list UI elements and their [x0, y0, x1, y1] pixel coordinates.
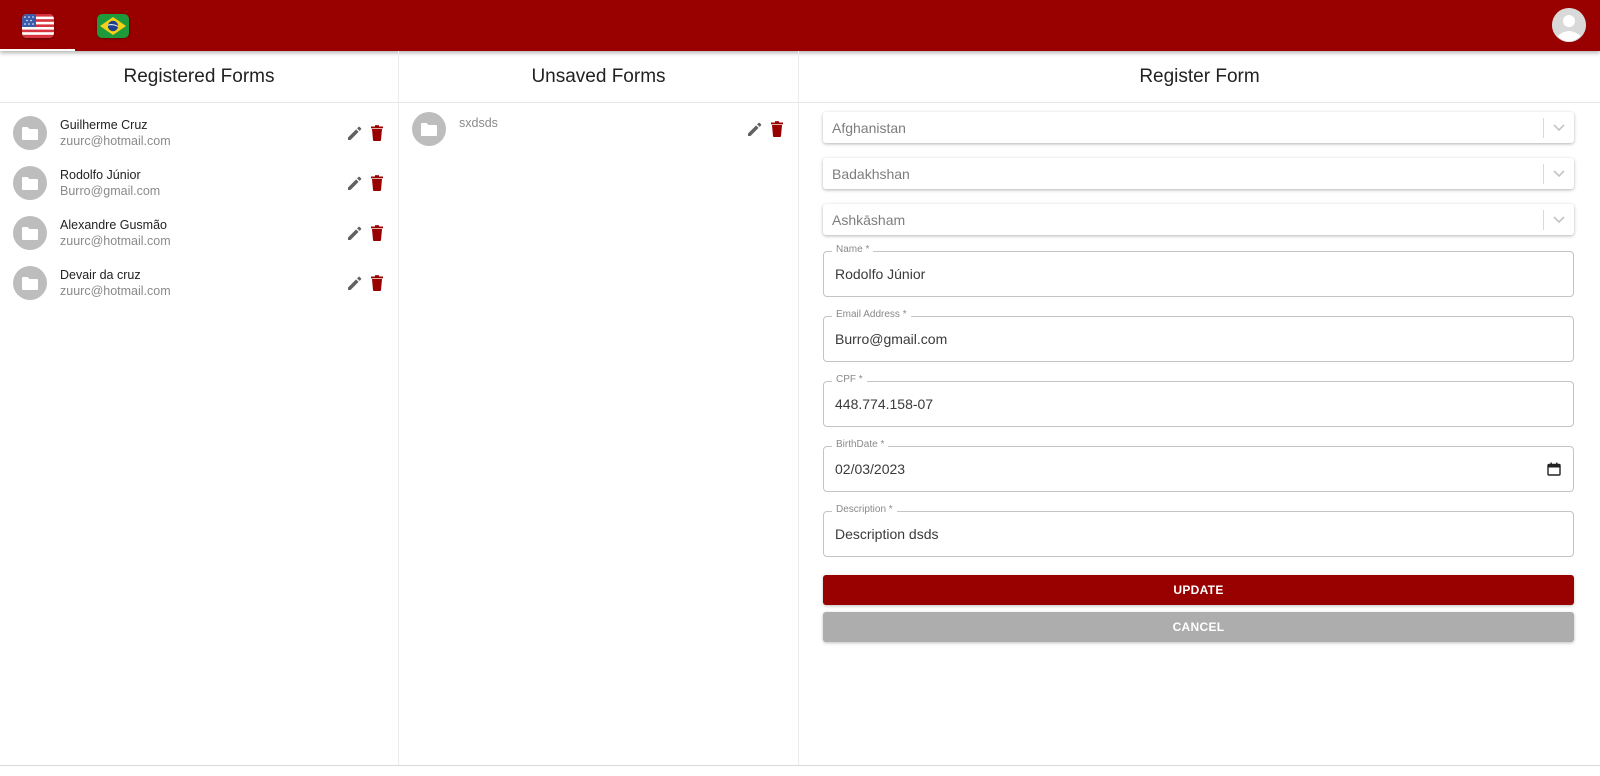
chevron-down-icon[interactable]	[1544, 158, 1574, 189]
state-select[interactable]: Badakhshan	[823, 158, 1574, 189]
cpf-label: CPF *	[832, 374, 867, 385]
list-item[interactable]: Rodolfo Júnior Burro@gmail.com	[0, 158, 398, 208]
folder-icon	[13, 166, 47, 200]
birthdate-label: BirthDate *	[832, 439, 889, 450]
item-name: Rodolfo Júnior	[60, 168, 141, 182]
city-value: Ashkāsham	[832, 211, 906, 228]
cancel-button[interactable]: CANCEL	[823, 612, 1574, 642]
registered-forms-list: Guilherme Cruz zuurc@hotmail.com Rodolfo J…	[0, 103, 398, 308]
item-email: zuurc@hotmail.com	[60, 234, 171, 248]
account-circle-icon[interactable]	[1552, 8, 1586, 42]
tab-english[interactable]	[0, 0, 75, 51]
edit-icon[interactable]	[345, 273, 365, 293]
delete-icon[interactable]	[367, 123, 387, 143]
cpf-field[interactable]: CPF * 448.774.158-07	[823, 374, 1574, 427]
tab-portuguese[interactable]	[75, 0, 150, 51]
registered-forms-title: Registered Forms	[0, 51, 398, 103]
delete-icon[interactable]	[367, 173, 387, 193]
delete-icon[interactable]	[367, 273, 387, 293]
list-item[interactable]: sxdsds	[399, 104, 798, 154]
item-name: Alexandre Gusmão	[60, 218, 168, 232]
email-label: Email Address *	[832, 309, 911, 320]
registered-forms-panel: Registered Forms Guilherme Cruz zuurc@hot…	[0, 51, 399, 766]
city-select[interactable]: Ashkāsham	[823, 204, 1574, 235]
item-name: sxdsds	[459, 116, 498, 130]
delete-icon[interactable]	[367, 223, 387, 243]
folder-icon	[13, 216, 47, 250]
list-item[interactable]: Alexandre Gusmão zuurc@hotmail.com	[0, 208, 398, 258]
chevron-down-icon[interactable]	[1544, 112, 1574, 143]
register-form-title: Register Form	[799, 51, 1600, 103]
description-field[interactable]: Description * Description dsds	[823, 504, 1574, 557]
item-email: zuurc@hotmail.com	[60, 134, 171, 148]
bottom-divider	[0, 765, 1600, 766]
unsaved-forms-panel: Unsaved Forms sxdsds	[399, 51, 799, 766]
item-name: Guilherme Cruz	[60, 118, 148, 132]
us-flag-icon	[21, 13, 54, 38]
register-form-panel: Register Form Afghanistan Badakhshan Ash…	[799, 51, 1600, 766]
edit-icon[interactable]	[345, 223, 365, 243]
description-label: Description *	[832, 504, 897, 515]
app-bar	[0, 0, 1600, 51]
edit-icon[interactable]	[745, 119, 765, 139]
name-field[interactable]: Name * Rodolfo Júnior	[823, 244, 1574, 297]
folder-icon	[13, 266, 47, 300]
email-field[interactable]: Email Address * Burro@gmail.com	[823, 309, 1574, 362]
birthdate-input[interactable]: 02/03/2023	[835, 461, 905, 477]
update-button[interactable]: UPDATE	[823, 575, 1574, 605]
folder-icon	[13, 116, 47, 150]
item-email: zuurc@hotmail.com	[60, 284, 171, 298]
delete-icon[interactable]	[767, 119, 787, 139]
item-email: Burro@gmail.com	[60, 184, 161, 198]
unsaved-forms-title: Unsaved Forms	[399, 51, 798, 103]
name-label: Name *	[832, 244, 874, 255]
email-input[interactable]: Burro@gmail.com	[835, 331, 947, 347]
brazil-flag-icon	[96, 13, 129, 38]
chevron-down-icon[interactable]	[1544, 204, 1574, 235]
country-value: Afghanistan	[832, 119, 906, 136]
description-input[interactable]: Description dsds	[835, 526, 939, 542]
calendar-icon[interactable]	[1547, 462, 1561, 476]
item-name: Devair da cruz	[60, 268, 141, 282]
birthdate-field[interactable]: BirthDate * 02/03/2023	[823, 439, 1574, 492]
folder-icon	[412, 112, 446, 146]
cpf-input[interactable]: 448.774.158-07	[835, 396, 933, 412]
state-value: Badakhshan	[832, 165, 910, 182]
name-input[interactable]: Rodolfo Júnior	[835, 266, 925, 282]
list-item[interactable]: Devair da cruz zuurc@hotmail.com	[0, 258, 398, 308]
country-select[interactable]: Afghanistan	[823, 112, 1574, 143]
edit-icon[interactable]	[345, 173, 365, 193]
unsaved-forms-list: sxdsds	[399, 103, 798, 154]
edit-icon[interactable]	[345, 123, 365, 143]
list-item[interactable]: Guilherme Cruz zuurc@hotmail.com	[0, 108, 398, 158]
